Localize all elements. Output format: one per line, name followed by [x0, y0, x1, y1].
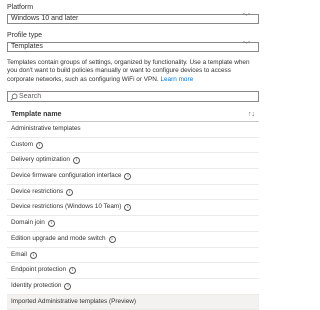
table-row[interactable]: Endpoint protection i — [7, 263, 259, 279]
profile-type-label: Profile type — [7, 32, 43, 39]
table-row[interactable]: Edition upgrade and mode switch i — [7, 232, 259, 248]
table-row[interactable]: Imported Administrative templates (Previ… — [7, 294, 259, 310]
table-row[interactable]: Device firmware configuration interface i — [7, 169, 259, 185]
template-name: Device restrictions (Windows 10 Team) — [11, 203, 122, 211]
table-row[interactable]: Email i — [7, 248, 259, 264]
platform-label: Platform — [7, 4, 34, 11]
template-name: Edition upgrade and mode switch — [11, 234, 106, 242]
learn-more-link[interactable]: Learn more — [160, 76, 193, 83]
info-icon[interactable]: i — [36, 141, 44, 149]
search-box[interactable] — [7, 91, 259, 102]
info-icon[interactable]: i — [108, 235, 116, 243]
table-row[interactable]: Custom i — [7, 138, 259, 154]
info-icon[interactable]: i — [72, 157, 80, 165]
template-name: Custom — [11, 140, 34, 148]
info-icon[interactable]: i — [69, 267, 77, 275]
table-row[interactable]: Administrative templates — [7, 122, 259, 138]
template-name: Device firmware configuration interface — [11, 172, 122, 180]
profile-type-value: Templates — [11, 43, 43, 50]
template-name: Administrative templates — [11, 125, 81, 132]
profile-type-select[interactable]: Templates ﹀ — [7, 42, 259, 52]
table-row[interactable]: Device restrictions (Windows 10 Team) i — [7, 200, 259, 217]
info-icon[interactable]: i — [29, 251, 37, 259]
search-icon — [10, 93, 18, 101]
template-name: Device restrictions — [11, 187, 64, 195]
info-icon[interactable]: i — [47, 220, 55, 228]
info-icon[interactable]: i — [66, 188, 74, 196]
platform-value: Windows 10 and later — [11, 15, 79, 22]
template-name: Identity protection — [11, 281, 62, 289]
table-row[interactable]: Device restrictions i — [7, 185, 259, 201]
column-header-template-name[interactable]: Template name — [11, 111, 61, 118]
template-list: Administrative templates Custom i Delivery … — [7, 122, 259, 310]
search-input[interactable] — [19, 92, 249, 101]
table-row[interactable]: Delivery optimization i — [7, 153, 259, 170]
table-header[interactable]: Template name ↑↓ — [7, 109, 259, 122]
table-row[interactable]: Identity protection i — [7, 279, 259, 295]
chevron-down-icon: ﹀ — [243, 42, 250, 49]
profile-description: Templates contain groups of settings, or… — [7, 59, 257, 84]
sort-arrow-icon[interactable]: ↑↓ — [248, 111, 255, 118]
template-name: Delivery optimization — [11, 156, 70, 164]
template-name: Domain join — [11, 219, 45, 227]
info-icon[interactable]: i — [124, 173, 132, 181]
table-row[interactable]: Domain join i — [7, 216, 259, 232]
info-icon[interactable]: i — [124, 204, 132, 212]
template-name: Imported Administrative templates (Previ… — [11, 297, 137, 305]
platform-select[interactable]: Windows 10 and later ﹀ — [7, 14, 259, 24]
template-name: Endpoint protection — [11, 266, 67, 274]
chevron-down-icon: ﹀ — [243, 14, 250, 21]
description-text: Templates contain groups of settings, or… — [7, 59, 250, 83]
template-name: Email — [11, 250, 27, 258]
info-icon[interactable]: i — [64, 282, 72, 290]
